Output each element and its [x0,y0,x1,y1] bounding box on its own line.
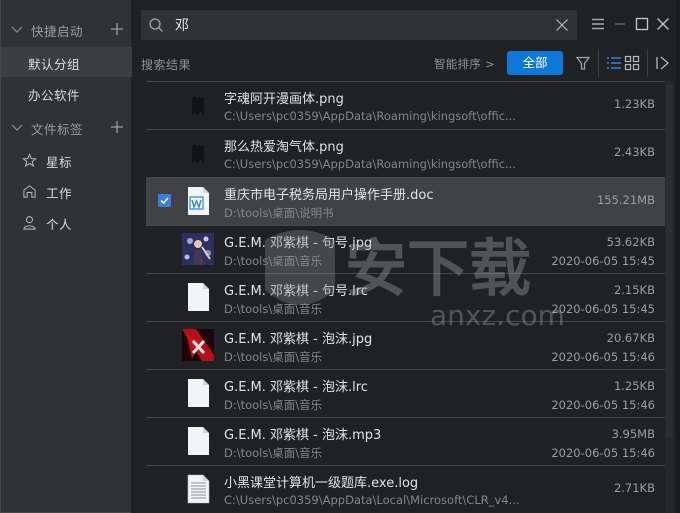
sidebar-item-label: 办公软件 [28,88,81,103]
result-row[interactable]: G.E.M. 邓紫棋 - 泡沫.jpg D:\tools\桌面\音乐 20.67KB… [146,322,665,370]
filter-all-button[interactable]: 全部 [507,51,563,75]
result-row[interactable]: 那么热爱淘气体.png C:\Users\pc0359\AppData\Roami… [146,130,665,178]
scrollbar[interactable] [665,81,674,513]
result-row[interactable]: 字魂阿开漫画体.png C:\Users\pc0359\AppData\Roami… [146,82,665,130]
text-file-icon [182,473,214,505]
minimize-icon[interactable] [613,17,627,31]
result-row[interactable]: G.E.M. 邓紫棋 - 泡沫.mp3 D:\tools\桌面\音乐 3.95MB 2… [146,418,665,466]
file-name: G.E.M. 邓紫棋 - 泡沫.mp3 [224,428,382,443]
file-path: D:\tools\桌面\音乐 [224,302,323,316]
sidebar-item-label: 工作 [46,186,73,201]
font-preview-thumbnail [182,89,214,121]
album-cover-red-thumbnail [182,329,214,361]
search-results-label: 搜索结果 [141,58,192,72]
maximize-icon[interactable] [635,17,649,31]
blank-file-icon [182,281,214,313]
list-view-icon[interactable] [606,55,622,71]
sidebar-item-star[interactable]: 星标 [1,145,132,175]
file-path: D:\tools\桌面\音乐 [224,254,323,268]
grid-view-icon[interactable] [624,55,640,71]
sidebar: 快捷启动 默认分组 办公软件 文件标签 星标 工作 个人 [0,0,132,513]
file-size: 1.25KB [613,379,655,393]
chevron-down-icon[interactable] [10,120,24,134]
file-path: D:\tools\桌面\音乐 [224,350,323,364]
file-size: 3.95MB [611,427,655,441]
file-path: D:\tools\桌面\说明书 [224,206,334,220]
star-icon [22,153,37,168]
smart-sort-button[interactable]: 智能排序 > [434,56,495,72]
file-modified-date: 2020-06-05 15:45 [551,302,655,316]
file-name: 字魂阿开漫画体.png [224,92,344,107]
home-icon [23,185,36,198]
file-size: 2.43KB [613,145,655,159]
font-preview-thumbnail [182,137,214,169]
file-size: 20.67KB [606,331,655,345]
file-name: 小黑课堂计算机一级题库.exe.log [224,476,419,491]
file-size: 2.71KB [613,481,655,495]
result-row[interactable]: 小黑课堂计算机一级题库.exe.log C:\Users\pc0359\AppDa… [146,466,665,513]
section-title: 文件标签 [31,122,84,137]
scrollbar-thumb[interactable] [666,85,673,437]
blank-file-icon [182,377,214,409]
file-size: 1.23KB [613,97,655,111]
search-input[interactable] [175,14,535,36]
file-name: 重庆市电子税务局用户操作手册.doc [224,188,434,203]
file-size: 53.62KB [606,235,655,249]
file-size: 155.21MB [596,193,655,207]
result-row[interactable]: 重庆市电子税务局用户操作手册.doc D:\tools\桌面\说明书 155.21M… [146,178,665,226]
menu-icon[interactable] [591,17,605,31]
chevron-down-icon[interactable] [10,22,24,36]
collapse-panel-icon[interactable] [655,55,671,71]
file-path: C:\Users\pc0359\AppData\Local\Microsoft\… [224,493,520,507]
file-path: C:\Users\pc0359\AppData\Roaming\kingsoft… [224,109,516,123]
window-edge [676,0,680,513]
search-bar [141,10,577,40]
result-row[interactable]: G.E.M. 邓紫棋 - 句号.lrc D:\tools\桌面\音乐 2.15KB 2… [146,274,665,322]
file-modified-date: 2020-06-05 15:46 [551,350,655,364]
add-tag-icon[interactable] [110,120,124,134]
file-size: 2.15KB [613,283,655,297]
result-row[interactable]: G.E.M. 邓紫棋 - 句号.jpg D:\tools\桌面\音乐 53.62KB… [146,226,665,274]
sidebar-item-label: 默认分组 [28,57,81,72]
section-file-tags[interactable]: 文件标签 [1,112,132,142]
close-icon[interactable] [656,17,670,31]
sidebar-item-label: 个人 [46,217,73,232]
person-icon [23,216,36,230]
file-modified-date: 2020-06-05 15:46 [551,398,655,412]
file-modified-date: 2020-06-05 15:45 [551,254,655,268]
toolbar-divider [647,49,648,77]
word-doc-icon [182,185,214,217]
filter-icon[interactable] [575,55,591,71]
sidebar-item-default-group[interactable]: 默认分组 [1,47,132,77]
section-quick-launch[interactable]: 快捷启动 [1,14,132,44]
file-path: C:\Users\pc0359\AppData\Roaming\kingsoft… [224,157,516,171]
sidebar-item-office-software[interactable]: 办公软件 [1,78,132,108]
sidebar-item-label: 星标 [46,155,73,170]
blank-file-icon [182,425,214,457]
result-row[interactable]: G.E.M. 邓紫棋 - 泡沫.lrc D:\tools\桌面\音乐 1.25KB 2… [146,370,665,418]
file-name: G.E.M. 邓紫棋 - 句号.lrc [224,284,368,299]
file-modified-date: 2020-06-05 15:46 [551,446,655,460]
sidebar-item-work[interactable]: 工作 [1,176,132,206]
section-title: 快捷启动 [31,24,84,39]
checkbox-checked-icon[interactable] [158,194,171,207]
sidebar-item-personal[interactable]: 个人 [1,207,132,237]
file-path: D:\tools\桌面\音乐 [224,398,323,412]
album-cover-thumbnail [182,233,214,265]
file-name: 那么热爱淘气体.png [224,140,344,155]
file-name: G.E.M. 邓紫棋 - 句号.jpg [224,236,373,251]
file-name: G.E.M. 邓紫棋 - 泡沫.jpg [224,332,373,347]
toolbar-divider [598,49,599,77]
clear-search-icon[interactable] [555,18,569,32]
file-name: G.E.M. 邓紫棋 - 泡沫.lrc [224,380,368,395]
search-icon [149,18,163,32]
file-path: D:\tools\桌面\音乐 [224,446,323,460]
add-group-icon[interactable] [110,22,124,36]
search-results-list: 字魂阿开漫画体.png C:\Users\pc0359\AppData\Roami… [146,81,665,513]
